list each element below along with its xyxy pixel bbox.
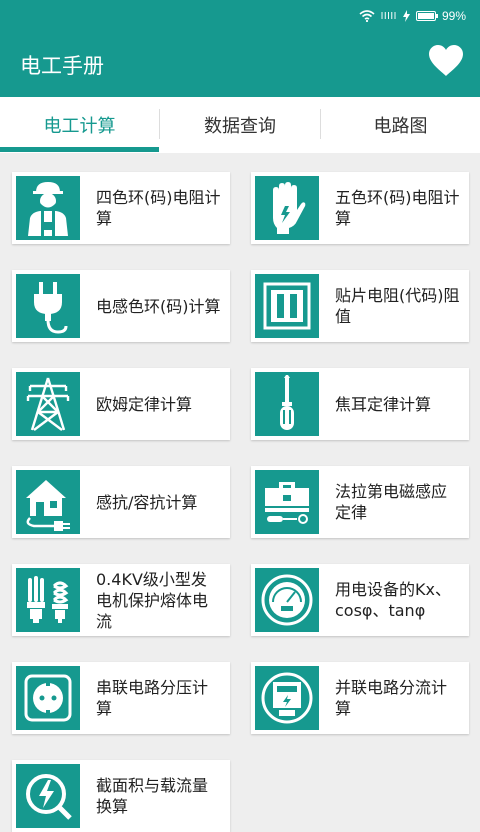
socket-icon: [16, 666, 80, 730]
bolt-circle-icon: [16, 764, 80, 828]
card-smd-resistor-code[interactable]: 贴片电阻(代码)阻值: [251, 270, 469, 342]
card-label: 四色环(码)电阻计算: [96, 188, 221, 228]
card-label: 感抗/容抗计算: [96, 492, 198, 512]
card-label: 焦耳定律计算: [335, 394, 432, 414]
card-inductor-color-code[interactable]: 电感色环(码)计算: [12, 270, 230, 342]
card-label: 电感色环(码)计算: [96, 296, 221, 316]
charging-icon: [402, 10, 410, 22]
card-load-factors[interactable]: 用电设备的Kx、cosφ、tanφ: [251, 564, 469, 636]
card-label: 欧姆定律计算: [96, 394, 193, 414]
gauge-icon: [255, 568, 319, 632]
tab-data-query[interactable]: 数据查询: [160, 97, 320, 153]
card-faraday-law[interactable]: 法拉第电磁感应定律: [251, 466, 469, 538]
screwdriver-icon: [255, 372, 319, 436]
pylon-icon: [16, 372, 80, 436]
signal-bars: IIIII: [380, 10, 397, 22]
card-parallel-current-divider[interactable]: 并联电路分流计算: [251, 662, 469, 734]
page-title: 电工手册: [20, 54, 104, 78]
card-label: 截面积与载流量换算: [96, 776, 209, 816]
toolbox-icon: [255, 470, 319, 534]
card-label: 串联电路分压计算: [96, 678, 209, 718]
card-cross-section-ampacity[interactable]: 截面积与载流量换算: [12, 760, 230, 832]
app-bar: IIIII 99% 电工手册: [0, 0, 480, 97]
tab-electrical-calc[interactable]: 电工计算: [0, 97, 159, 153]
favorite-heart-icon[interactable]: [428, 44, 464, 78]
glove-icon: [255, 176, 319, 240]
battery-icon: [415, 11, 438, 21]
card-series-voltage-divider[interactable]: 串联电路分压计算: [12, 662, 230, 734]
card-label: 五色环(码)电阻计算: [335, 188, 460, 228]
card-joules-law[interactable]: 焦耳定律计算: [251, 368, 469, 440]
battery-percent: 99%: [441, 9, 466, 23]
card-label: 0.4KV级小型发电机保护熔体电流: [96, 569, 209, 631]
card-label: 法拉第电磁感应定律: [335, 482, 448, 522]
card-label: 并联电路分流计算: [335, 678, 448, 718]
active-tab-indicator: [0, 147, 159, 152]
smd-resistor-icon: [255, 274, 319, 338]
card-label: 用电设备的Kx、cosφ、tanφ: [335, 580, 451, 620]
worker-icon: [16, 176, 80, 240]
card-label: 贴片电阻(代码)阻值: [335, 286, 460, 326]
card-four-band-resistor[interactable]: 四色环(码)电阻计算: [12, 172, 230, 244]
card-reactance[interactable]: 感抗/容抗计算: [12, 466, 230, 538]
house-plug-icon: [16, 470, 80, 534]
card-ohms-law[interactable]: 欧姆定律计算: [12, 368, 230, 440]
card-generator-fuse[interactable]: 0.4KV级小型发电机保护熔体电流: [12, 564, 230, 636]
meter-icon: [255, 666, 319, 730]
tab-circuit-diagram[interactable]: 电路图: [321, 97, 480, 153]
card-five-band-resistor[interactable]: 五色环(码)电阻计算: [251, 172, 469, 244]
plug-icon: [16, 274, 80, 338]
wifi-icon: [359, 10, 375, 22]
status-bar: IIIII 99%: [359, 6, 466, 26]
tab-bar: 电工计算 数据查询 电路图: [0, 97, 480, 153]
bulbs-icon: [16, 568, 80, 632]
